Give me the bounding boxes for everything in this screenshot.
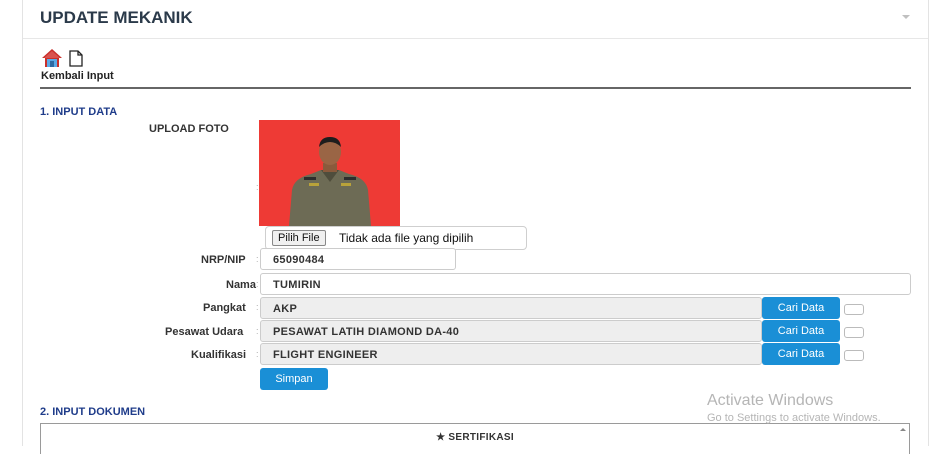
cari-data-pangkat-button[interactable]: Cari Data [762, 297, 840, 319]
kualifikasi-label: Kualifikasi [191, 349, 247, 361]
nama-field[interactable]: TUMIRIN [260, 273, 911, 295]
kualifikasi-field[interactable]: FLIGHT ENGINEER [260, 343, 762, 365]
pesawat-field[interactable]: PESAWAT LATIH DIAMOND DA-40 [260, 320, 762, 342]
separator: : [256, 302, 259, 312]
pangkat-toggle[interactable] [844, 304, 864, 315]
panel-header: UPDATE MEKANIK [23, 0, 928, 39]
pangkat-field[interactable]: AKP [260, 297, 762, 319]
nama-label: Nama [226, 279, 256, 291]
cari-data-pesawat-button[interactable]: Cari Data [762, 320, 840, 342]
back-to-input-link[interactable]: Kembali Input [41, 70, 114, 82]
collapse-caret-icon[interactable] [902, 15, 910, 19]
pesawat-label: Pesawat Udara [165, 326, 244, 338]
pangkat-label: Pangkat [203, 302, 246, 314]
upload-photo-label: UPLOAD FOTO [149, 123, 229, 135]
tab-sertifikasi[interactable]: ★ SERTIFIKASI [41, 432, 909, 443]
nrp-label: NRP/NIP [201, 254, 246, 266]
choose-file-button[interactable]: Pilih File [272, 230, 326, 246]
profile-photo [259, 120, 400, 226]
home-icon[interactable] [41, 48, 63, 68]
scroll-up-icon[interactable] [900, 428, 906, 431]
simpan-button[interactable]: Simpan [260, 368, 328, 390]
update-mekanik-panel: UPDATE MEKANIK Kembali Input 1. INPUT DA… [22, 0, 929, 454]
cari-data-kualifikasi-button[interactable]: Cari Data [762, 343, 840, 365]
separator: : [256, 326, 259, 336]
section-input-dokumen-title: 2. INPUT DOKUMEN [40, 406, 146, 418]
activate-windows-hint: Go to Settings to activate Windows. [707, 412, 881, 424]
pesawat-toggle[interactable] [844, 327, 864, 338]
separator: : [256, 349, 259, 359]
file-status-text: Tidak ada file yang dipilih [339, 231, 474, 245]
person-photo-image [259, 120, 400, 226]
separator: : [256, 254, 259, 264]
document-icon[interactable] [69, 50, 83, 67]
sertifikasi-tab-panel: ★ SERTIFIKASI [40, 423, 910, 454]
section-input-data-title: 1. INPUT DATA [40, 106, 118, 118]
file-upload-input[interactable]: Pilih File Tidak ada file yang dipilih [265, 226, 527, 250]
kualifikasi-toggle[interactable] [844, 350, 864, 361]
page-title: UPDATE MEKANIK [40, 8, 193, 27]
toolbar-divider [40, 87, 911, 89]
activate-windows-watermark: Activate Windows [707, 392, 834, 409]
separator: : [256, 279, 259, 289]
nrp-field[interactable]: 65090484 [260, 248, 456, 270]
